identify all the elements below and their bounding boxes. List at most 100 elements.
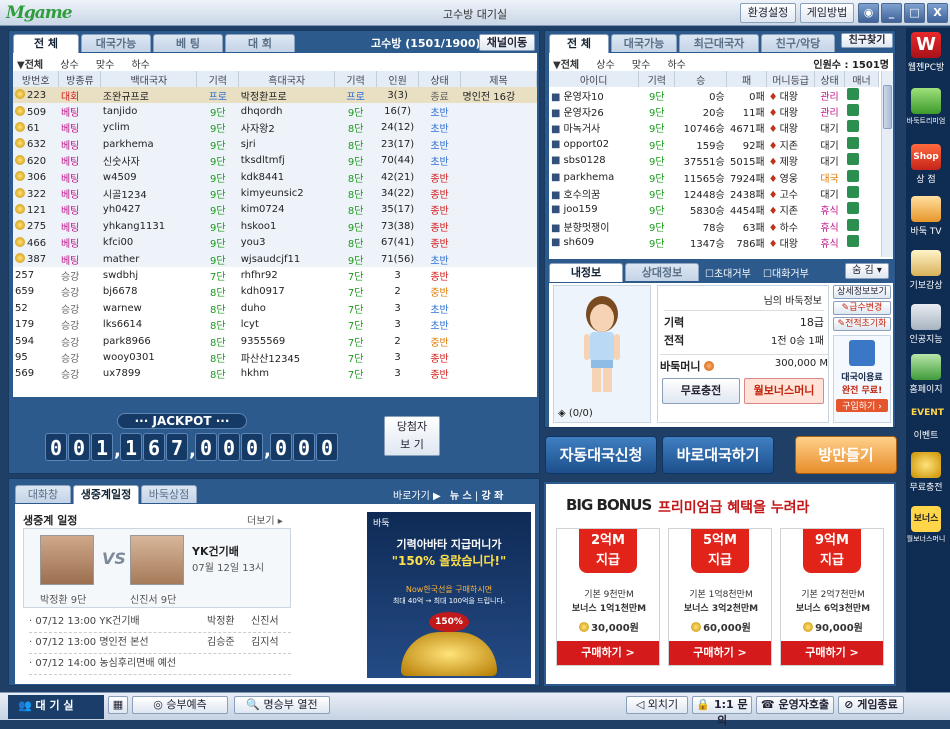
table-row[interactable]: ■ sbs0128 9단 37551승 5015패 ♦ 제왕 대기: [549, 153, 879, 169]
channel-move-button[interactable]: 채널이동: [479, 34, 535, 51]
buy-button[interactable]: 구매하기 >: [557, 641, 659, 665]
rank-change-button[interactable]: ✎급수변경: [833, 301, 891, 315]
user-filter-equal[interactable]: 맞수: [632, 60, 650, 71]
room-col-header[interactable]: 제목: [460, 71, 537, 87]
settings-button[interactable]: 환경설정: [740, 3, 796, 23]
hide-button[interactable]: 숨 김 ▾: [845, 263, 889, 279]
call-operator-button[interactable]: ☎ 운영자호출: [756, 696, 834, 714]
table-row[interactable]: ■ sh609 9단 1347승 786패 ♦ 대왕 휴식: [549, 235, 879, 251]
user-filter-all[interactable]: ▼전체: [553, 60, 579, 71]
table-row[interactable]: 223 대회 조완규프로 프로 박정환프로 프로 3(3) 종료 명인전 16강: [13, 87, 537, 104]
create-room-button[interactable]: 방만들기: [795, 436, 897, 474]
lecture-link[interactable]: 강 좌: [481, 491, 503, 502]
tab-tournament[interactable]: 대 회: [225, 34, 295, 52]
lobby-tab[interactable]: 👥 대 기 실: [8, 695, 104, 719]
exit-game-button[interactable]: ⊘ 게임종료: [838, 696, 904, 714]
room-col-header[interactable]: 기력: [196, 71, 240, 87]
maximize-icon[interactable]: □: [904, 3, 925, 23]
monthly-bonus-button[interactable]: 월보너스머니: [744, 378, 824, 404]
more-link[interactable]: 더보기 ▸: [247, 512, 283, 527]
camera-icon[interactable]: ◉: [858, 3, 879, 23]
table-row[interactable]: 121 베팅 yh0427 9단 kim0724 8단 35(17) 종반: [13, 201, 537, 219]
tab-opponent-info[interactable]: 상대정보: [625, 263, 699, 281]
ad-buy-button[interactable]: 구입하기 ›: [836, 399, 888, 412]
table-row[interactable]: 509 베팅 tanjido 9단 dhqordh 9단 16(7) 초반: [13, 103, 537, 120]
winner-view-button[interactable]: 당첨자 보 기: [384, 416, 440, 456]
tab-chat[interactable]: 대화창: [15, 485, 71, 503]
table-row[interactable]: 659 승강 bj6678 8단 kdh0917 7단 2 중반: [13, 284, 537, 300]
quick-play-button[interactable]: 바로대국하기: [662, 436, 774, 474]
user-col-header[interactable]: 승: [674, 71, 728, 87]
tab-users-playable[interactable]: 대국가능: [611, 34, 677, 52]
find-friend-button[interactable]: 친구찾기: [841, 33, 893, 48]
tab-recent-opponents[interactable]: 최근대국자: [679, 34, 759, 52]
table-row[interactable]: 387 베팅 mather 9단 wjsaudcjf11 9단 71(56) 초반: [13, 250, 537, 268]
sidebar-item-record-view[interactable]: 기보감상: [906, 250, 946, 291]
user-col-header[interactable]: 아이디: [549, 71, 640, 87]
room-col-header[interactable]: 기력: [334, 71, 378, 87]
room-col-header[interactable]: 상태: [418, 71, 462, 87]
user-scroll-thumb[interactable]: [883, 85, 892, 129]
bigbonus-banner[interactable]: BIG BONUS 프리미엄급 혜택을 누려라 2억M 지급 기본 9천만M 보너스 …: [544, 482, 896, 686]
sidebar-item-ai[interactable]: 인공지능: [906, 304, 946, 345]
chat-refuse-check[interactable]: ☐대화거부: [763, 265, 809, 280]
tab-my-info[interactable]: 내정보: [549, 263, 623, 282]
table-row[interactable]: ■ 분향멋쟁이 9단 78승 63패 ♦ 하수 휴식: [549, 218, 879, 234]
table-row[interactable]: 620 베팅 신숫사자 9단 tksdltmfj 9단 70(44) 초반: [13, 152, 537, 169]
room-col-header[interactable]: 흑대국자: [238, 71, 336, 87]
user-scrollbar[interactable]: [881, 71, 893, 257]
promo-ad[interactable]: 바둑 기력아바타 지급머니가 "150% 올랐습니다!" Now한국선을 구매하…: [367, 512, 531, 678]
table-row[interactable]: ■ opport02 9단 159승 92패 ♦ 지존 대기: [549, 136, 879, 152]
prediction-button[interactable]: ◎ 승부예측: [132, 696, 228, 714]
sidebar-item-premium[interactable]: 바둑트리미엄: [906, 88, 946, 126]
shout-button[interactable]: ◁ 외치기: [626, 696, 688, 714]
table-row[interactable]: 569 승강 ux7899 8단 hkhm 7단 3 종반: [13, 366, 537, 382]
table-row[interactable]: ■ 마녹거사 9단 10746승 4671패 ♦ 대왕 대기: [549, 120, 879, 136]
minimize-icon[interactable]: _: [881, 3, 902, 23]
free-recharge-button[interactable]: 무료충전: [662, 378, 740, 404]
schedule-item[interactable]: · 07/12 13:00 YK건기배 박정환 신진서: [29, 612, 291, 633]
table-row[interactable]: 61 베팅 yclim 9단 사자왕2 8단 24(12) 초반: [13, 119, 537, 137]
table-row[interactable]: 179 승강 lks6614 8단 lcyt 7단 3 초반: [13, 316, 537, 332]
table-row[interactable]: ■ 운영자10 9단 0승 0패 ♦ 대왕 관리: [549, 87, 879, 103]
bonus-card[interactable]: 9억M 지급 기본 2억7천만M 보너스 6억3천만M 90,000원 구매하기 >: [780, 528, 884, 666]
game-guide-button[interactable]: 게임방법: [800, 3, 854, 23]
hall-of-fame-button[interactable]: 🔍 명승부 열전: [234, 696, 330, 714]
tab-all[interactable]: 전 체: [13, 34, 79, 53]
table-row[interactable]: ■ 호수의꿈 9단 12448승 2438패 ♦ 고수 대기: [549, 185, 879, 201]
table-row[interactable]: 322 베팅 시골1234 9단 kimyeunsic2 8단 34(22) 종반: [13, 185, 537, 202]
auto-match-button[interactable]: 자동대국신청: [545, 436, 657, 474]
table-row[interactable]: 257 승강 swdbhj 7단 rhfhr92 7단 3 종반: [13, 267, 537, 283]
bonus-card[interactable]: 5억M 지급 기본 1억8천만M 보너스 3억2천만M 60,000원 구매하기 >: [668, 528, 772, 666]
table-row[interactable]: 594 승강 park8966 8단 9355569 7단 2 중반: [13, 333, 537, 349]
room-col-header[interactable]: 방종류: [58, 71, 102, 87]
room-col-header[interactable]: 방번호: [13, 71, 60, 87]
user-col-header[interactable]: 매너: [844, 71, 879, 87]
tab-baduk-shop[interactable]: 바둑상점: [141, 485, 197, 503]
bonus-card[interactable]: 2억M 지급 기본 9천만M 보너스 1억1천만M 30,000원 구매하기 >: [556, 528, 660, 666]
schedule-item[interactable]: · 07/12 13:00 명인전 본선 김승준 김지석: [29, 633, 291, 654]
invite-refuse-check[interactable]: ☐초대거부: [705, 265, 751, 280]
detail-info-button[interactable]: 상세정보보기: [833, 285, 891, 299]
user-filter-lower[interactable]: 하수: [667, 60, 685, 71]
buy-button[interactable]: 구매하기 >: [781, 641, 883, 665]
user-col-header[interactable]: 머니등급: [766, 71, 816, 87]
sidebar-item-free-charge[interactable]: 무료충전: [906, 452, 946, 493]
grid-icon[interactable]: ▦: [108, 696, 128, 714]
schedule-item[interactable]: · 07/12 14:00 농심후리면배 예선: [29, 654, 291, 675]
table-row[interactable]: ■ 운영자26 9단 20승 11패 ♦ 대왕 관리: [549, 103, 879, 119]
close-icon[interactable]: X: [927, 3, 948, 23]
tab-friends[interactable]: 친구/악당: [761, 34, 835, 52]
user-col-header[interactable]: 상태: [814, 71, 846, 87]
user-col-header[interactable]: 패: [726, 71, 768, 87]
filter-all[interactable]: ▼전체: [17, 60, 43, 71]
table-row[interactable]: ■ joo159 9단 5830승 4454패 ♦ 지존 휴식: [549, 202, 879, 218]
room-col-header[interactable]: 인원: [376, 71, 420, 87]
tab-live-schedule[interactable]: 생중계일정: [73, 485, 139, 504]
sidebar-item-shop[interactable]: Shop 상 점: [906, 144, 946, 185]
table-row[interactable]: 275 베팅 yhkang1131 9단 hskoo1 9단 73(38) 종반: [13, 218, 537, 235]
inquiry-button[interactable]: 🔒 1:1 문의: [692, 696, 752, 727]
table-row[interactable]: 632 베팅 parkhema 9단 sjri 8단 23(17) 초반: [13, 136, 537, 153]
filter-higher[interactable]: 상수: [60, 60, 78, 71]
free-fee-ad[interactable]: 대국이용료 완전 무료! 구입하기 ›: [833, 335, 891, 423]
